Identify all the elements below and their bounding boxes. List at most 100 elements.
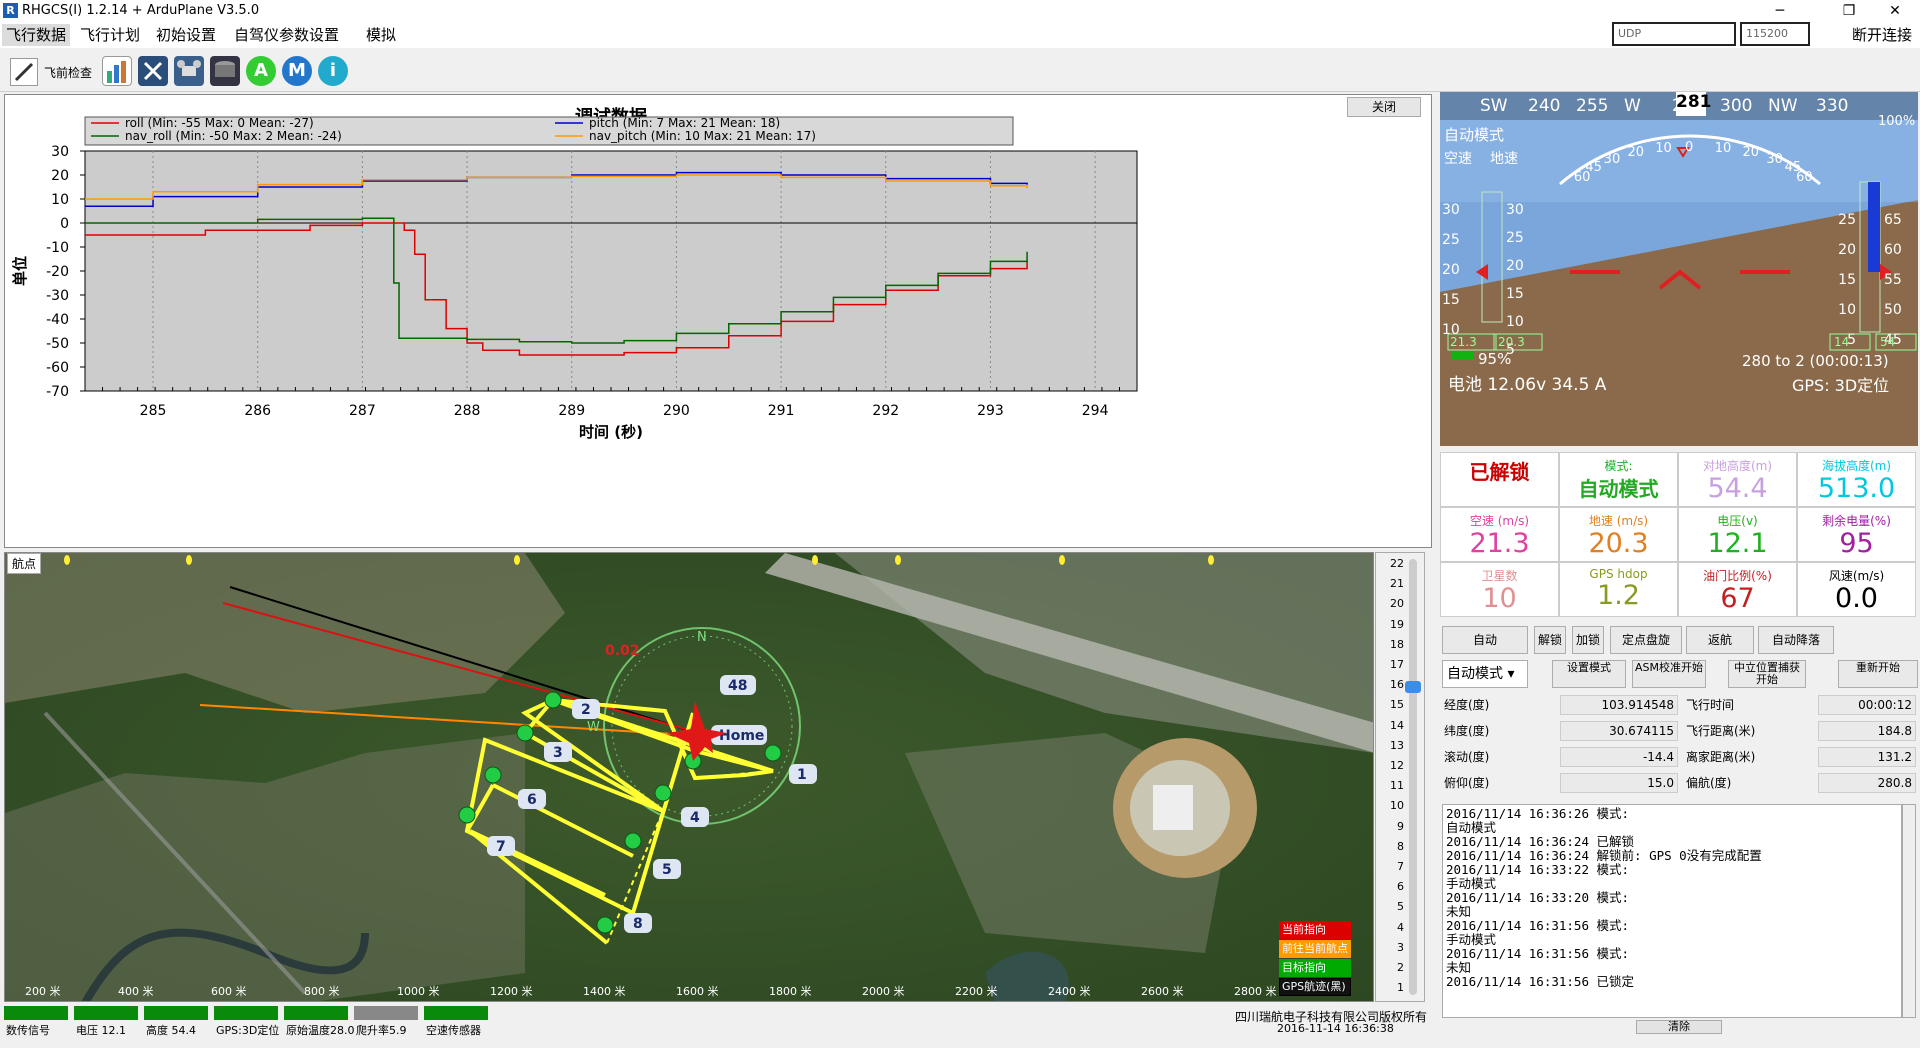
hud: SW240255W285300NW330 281 自动模式 空速 地速 6045… [1440,92,1918,446]
info-label: 离家距离(米) [1686,750,1756,764]
baud-rate-select[interactable]: 115200 [1740,22,1810,46]
quick-label: 剩余电量(%) [1822,514,1891,528]
menu-flight-data[interactable]: 飞行数据 [2,24,71,46]
action-button[interactable]: 重新开始 [1838,660,1918,688]
quick-cell: 已解锁 [1440,452,1559,507]
menu-param-setup[interactable]: 自驾仪参数设置 [230,24,343,46]
roll-scale-label: 30 [1603,151,1621,167]
y-tick-label: -40 [46,312,69,328]
altitude-tick-label: 7 [1397,860,1404,873]
window-title: RHGCS(I) 1.2.14 + ArduPlane V3.5.0 [22,3,260,18]
quick-cell: 电压(v) 12.1 [1678,507,1797,562]
menu-simulation[interactable]: 模拟 [362,24,400,46]
storage-icon[interactable] [210,56,240,86]
x-tick-label: 287 [349,403,376,419]
roll-scale-label: 45 [1585,160,1602,175]
wp-marker[interactable] [544,691,562,709]
auto-icon[interactable]: A [246,56,276,86]
altitude-slider-thumb[interactable] [1405,681,1421,693]
home-label[interactable]: Home [719,728,764,744]
preflight-icon[interactable] [10,58,38,86]
info-label: 滚动(度) [1444,750,1490,764]
minimize-button[interactable]: ─ [1757,0,1803,22]
info-icon[interactable]: i [318,56,348,86]
tools-icon[interactable] [138,56,168,86]
action-button[interactable]: ASM校准开始 [1632,660,1706,688]
action-button[interactable]: 加锁 [1572,626,1604,654]
log-scrollbar[interactable] [1902,804,1916,1018]
wp-marker[interactable] [484,766,502,784]
chart-close-button[interactable]: 关闭 [1347,97,1421,117]
waypoints-tab[interactable]: 航点 [7,553,42,574]
hud-scale-label: 20 [1838,242,1856,258]
wp-label[interactable]: 7 [496,839,506,855]
y-tick-label: -20 [46,264,69,280]
wp-marker[interactable] [596,916,614,934]
info-value: 103.914548 [1560,695,1678,715]
altitude-tick-label: 10 [1390,799,1404,813]
quick-value: 21.3 [1469,528,1530,559]
altitude-slider-track[interactable] [1409,559,1417,995]
wp-marker[interactable] [458,806,476,824]
hud-groundspeed: 20.3 [1498,335,1525,349]
preflight-label[interactable]: 飞前检查 [44,64,92,81]
roll-scale-label: 0 [1685,140,1694,155]
scale-label: 1800 米 [769,985,812,998]
menu-initial-setup[interactable]: 初始设置 [152,24,220,46]
altitude-tick-label: 11 [1390,779,1404,793]
action-button[interactable]: 自动 [1442,626,1528,654]
wp-label[interactable]: 8 [633,916,643,932]
action-button[interactable]: 设置模式 [1552,660,1626,688]
map-canvas[interactable]: N S W 0.02 1 2 3 [5,553,1374,1002]
connection-type-select[interactable]: UDP [1612,22,1736,46]
scale-label: 1600 米 [676,985,719,998]
hud-waypoint: 280 to 2 (00:00:13) [1742,352,1889,370]
heading-value: 281 [1676,92,1712,116]
altitude-tick-label: 5 [1397,900,1404,914]
hud-vsi: 100% [1878,114,1916,129]
map-view[interactable]: N S W 0.02 1 2 3 [4,552,1374,1002]
wp-label[interactable]: 1 [797,767,807,783]
mode-select[interactable]: 自动模式 ▾ [1442,660,1528,688]
legend-current-heading: 当前指向 [1279,921,1351,939]
close-button[interactable]: ✕ [1872,0,1918,22]
hud-airspeed: 21.3 [1450,335,1477,349]
manual-icon[interactable]: M [282,56,312,86]
wp-marker[interactable] [654,784,672,802]
quick-value: 自动模式 [1578,477,1659,501]
action-button[interactable]: 解锁 [1534,626,1566,654]
wp-label[interactable]: 6 [527,792,537,808]
chart-icon[interactable] [102,56,132,86]
action-button[interactable]: 定点盘旋 [1610,626,1682,654]
menu-flight-plan[interactable]: 飞行计划 [76,24,144,46]
info-label: 经度(度) [1444,698,1490,712]
altitude-scale[interactable]: 22 21 20 19 18 17 16 15 14 13 12 11 10 9 8 7 6 5 4 3 2 1 [1375,552,1425,1002]
heading-tape-label: 240 [1528,96,1561,116]
heading-tape-label: 300 [1720,96,1753,116]
wp-label[interactable]: 5 [662,862,672,878]
maximize-button[interactable]: ❐ [1826,0,1872,22]
action-button[interactable]: 中立位置捕获开始 [1728,660,1806,688]
clear-log-button[interactable]: 清除 [1636,1020,1722,1034]
y-tick-label: -60 [46,360,69,376]
disconnect-button[interactable]: 断开连接 [1852,24,1912,45]
wp-marker[interactable] [624,832,642,850]
wp-label[interactable]: 2 [581,702,591,718]
hud-scale-label: 20 [1442,262,1460,278]
scale-label: 600 米 [211,985,247,998]
hud-scale-label: 60 [1884,242,1902,258]
hud-scale-label: 30 [1506,202,1524,218]
wp-label[interactable]: 4 [690,810,700,826]
y-tick-label: -10 [46,240,69,256]
map-scale: 200 米 400 米 600 米 800 米 1000 米 1200 米 1400 米 16… [5,983,1373,1001]
quick-value: 513.0 [1817,473,1896,504]
wp-label[interactable]: 3 [553,745,563,761]
altitude-tick-label: 14 [1390,718,1404,732]
drone-icon[interactable] [174,56,204,86]
wp-marker[interactable] [516,724,534,742]
status-indicator [424,1006,488,1020]
wp-marker[interactable] [764,744,782,762]
action-button[interactable]: 返航 [1686,626,1754,654]
action-button[interactable]: 自动降落 [1758,626,1834,654]
y-tick-label: -30 [46,288,69,304]
